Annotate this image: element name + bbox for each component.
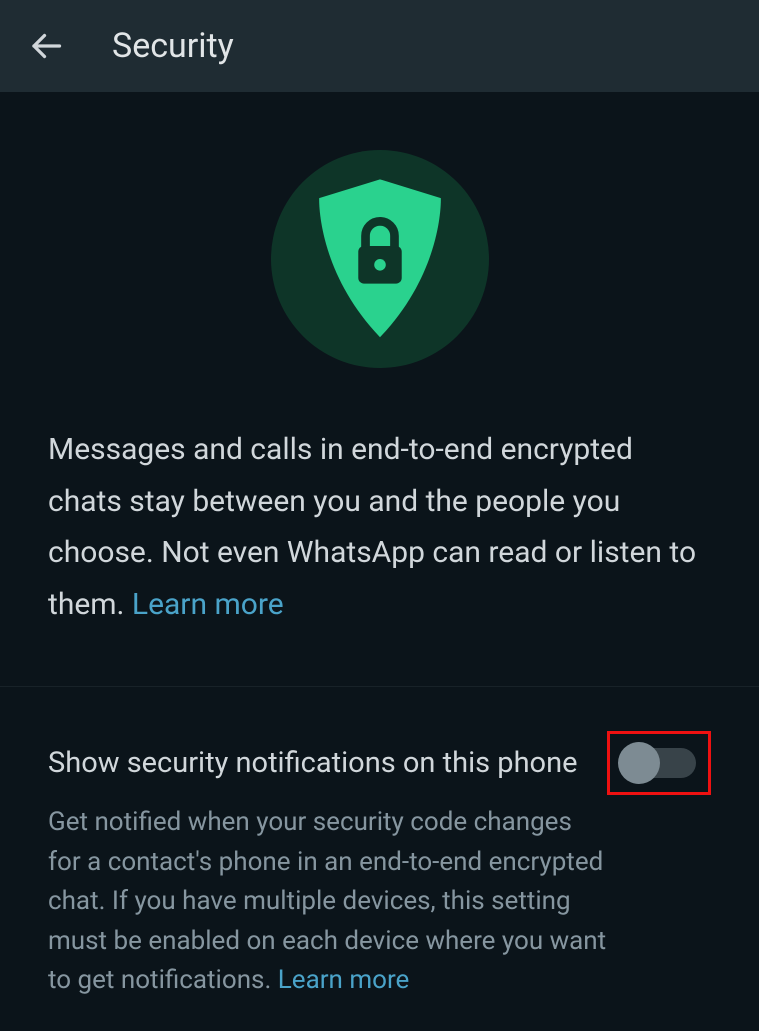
app-header: Security (0, 0, 759, 92)
page-title: Security (112, 26, 234, 66)
shield-circle (271, 150, 489, 368)
content: Messages and calls in end-to-end encrypt… (0, 92, 759, 1031)
learn-more-link[interactable]: Learn more (132, 587, 284, 622)
security-notifications-setting: Show security notifications on this phon… (0, 687, 759, 1031)
learn-more-link-2[interactable]: Learn more (278, 965, 410, 995)
toggle-thumb (618, 742, 660, 784)
encryption-description: Messages and calls in end-to-end encrypt… (48, 424, 711, 630)
setting-description: Get notified when your security code cha… (48, 803, 608, 1001)
hero-section: Messages and calls in end-to-end encrypt… (0, 92, 759, 687)
back-button[interactable] (24, 24, 68, 68)
setting-title: Show security notifications on this phon… (48, 745, 578, 783)
toggle-highlight-box (607, 731, 711, 795)
security-notifications-toggle[interactable] (622, 748, 696, 778)
shield-illustration (48, 150, 711, 368)
arrow-left-icon (28, 28, 64, 64)
shield-lock-icon (306, 175, 454, 343)
setting-row: Show security notifications on this phon… (48, 731, 711, 795)
